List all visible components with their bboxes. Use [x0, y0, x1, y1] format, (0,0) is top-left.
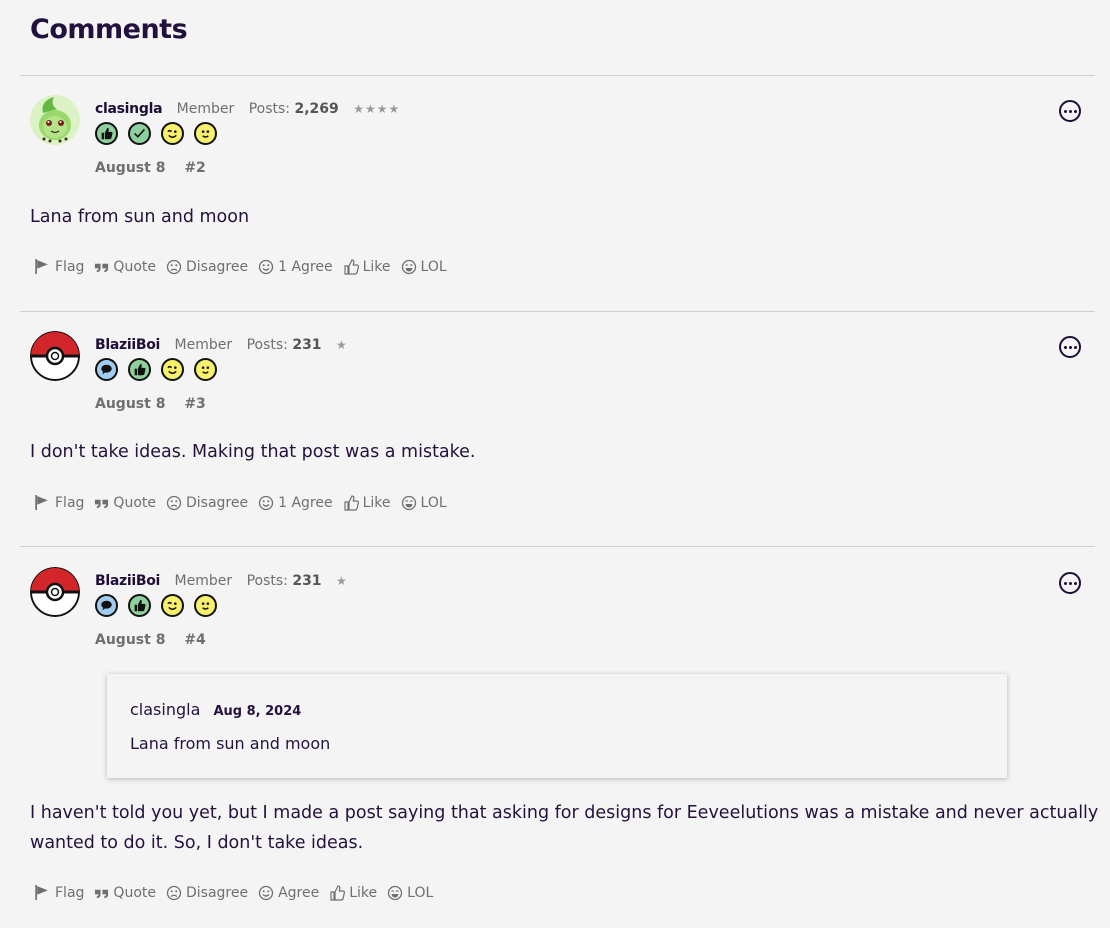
wink-badge-icon[interactable] [161, 594, 184, 617]
post-options-button[interactable] [1059, 336, 1081, 358]
comment-body: I haven't told you yet, but I made a pos… [30, 798, 1098, 858]
posts-label: Posts: [246, 337, 288, 353]
username[interactable]: BlaziiBoi [95, 573, 160, 589]
reaction-bar: Flag Quote Disagree 1 Agree Like LOL [34, 494, 447, 511]
comment-body-line: wanted to do it. So, I don't take ideas. [30, 833, 364, 853]
speech-badge-icon[interactable] [95, 358, 118, 381]
thumbs-up-icon [343, 494, 359, 511]
user-avatar[interactable] [30, 331, 80, 381]
post-date[interactable]: August 8 [95, 160, 165, 176]
posts-label: Posts: [246, 573, 288, 589]
like-button[interactable]: Like [329, 884, 377, 901]
reaction-bar: Flag Quote Disagree Agree Like LOL [34, 884, 433, 901]
comment-body: I don't take ideas. Making that post was… [30, 442, 476, 462]
page-title: Comments [30, 14, 188, 45]
frown-icon [166, 885, 182, 900]
thumbs-up-badge-icon[interactable] [128, 594, 151, 617]
username[interactable]: clasingla [95, 101, 163, 117]
thumbs-up-badge-icon[interactable] [128, 358, 151, 381]
reaction-bar: Flag Quote Disagree 1 Agree Like LOL [34, 258, 447, 275]
disagree-button[interactable]: Disagree [166, 884, 248, 901]
frown-icon [166, 259, 182, 274]
post-number[interactable]: #2 [184, 160, 205, 176]
thumbs-up-badge-icon[interactable] [95, 122, 118, 145]
quote-text: Lana from sun and moon [130, 734, 331, 753]
like-button[interactable]: Like [343, 258, 391, 275]
posts-count: 231 [292, 573, 322, 589]
flag-button[interactable]: Flag [34, 494, 84, 511]
speech-badge-icon[interactable] [95, 594, 118, 617]
lol-button[interactable]: LOL [387, 884, 433, 901]
user-avatar[interactable] [30, 567, 80, 617]
thumbs-up-icon [330, 884, 346, 901]
posts-label: Posts: [248, 101, 291, 117]
quote-button[interactable]: Quote [94, 884, 156, 901]
flag-icon [35, 495, 48, 510]
username[interactable]: BlaziiBoi [95, 337, 160, 353]
comment-body: Lana from sun and moon [30, 207, 250, 227]
quote-button[interactable]: Quote [94, 258, 156, 275]
comment-post: BlaziiBoi Member Posts: 231 ★ August 8 #… [0, 312, 1110, 546]
disagree-button[interactable]: Disagree [166, 494, 248, 511]
smile-badge-icon[interactable] [194, 122, 217, 145]
badge-row [95, 358, 217, 381]
quote-icon [95, 499, 109, 509]
smile-badge-icon[interactable] [194, 358, 217, 381]
quote-icon [95, 263, 109, 273]
laugh-icon [388, 885, 403, 900]
smile-badge-icon[interactable] [194, 594, 217, 617]
post-options-button[interactable] [1059, 100, 1081, 122]
quote-button[interactable]: Quote [94, 494, 156, 511]
posts-count: 2,269 [294, 101, 339, 117]
quote-icon [95, 889, 109, 899]
agree-button[interactable]: 1 Agree [258, 494, 333, 511]
smile-icon [258, 885, 274, 900]
post-number[interactable]: #4 [184, 632, 205, 648]
rank-stars: ★ [336, 338, 348, 352]
user-role: Member [176, 101, 235, 117]
rank-stars: ★ [336, 574, 348, 588]
agree-button[interactable]: 1 Agree [258, 258, 333, 275]
posts-count: 231 [292, 337, 322, 353]
user-role: Member [174, 573, 233, 589]
post-date[interactable]: August 8 [95, 632, 165, 648]
comment-post: BlaziiBoi Member Posts: 231 ★ August 8 #… [0, 548, 1110, 928]
quoted-comment: clasingla Aug 8, 2024 Lana from sun and … [107, 674, 1007, 778]
flag-icon [35, 259, 48, 274]
disagree-button[interactable]: Disagree [166, 258, 248, 275]
check-badge-icon[interactable] [128, 122, 151, 145]
post-number[interactable]: #3 [184, 396, 205, 412]
flag-icon [35, 885, 48, 900]
badge-row [95, 122, 217, 145]
agree-button[interactable]: Agree [258, 884, 319, 901]
lol-button[interactable]: LOL [401, 258, 447, 275]
smile-icon [258, 259, 274, 274]
smile-icon [258, 495, 274, 510]
laugh-icon [401, 495, 416, 510]
wink-badge-icon[interactable] [161, 122, 184, 145]
like-button[interactable]: Like [343, 494, 391, 511]
user-avatar[interactable] [30, 95, 80, 145]
comment-body-line: I haven't told you yet, but I made a pos… [30, 803, 1099, 823]
badge-row [95, 594, 217, 617]
user-role: Member [174, 337, 233, 353]
wink-badge-icon[interactable] [161, 358, 184, 381]
frown-icon [166, 495, 182, 510]
laugh-icon [401, 259, 416, 274]
divider [20, 546, 1095, 547]
comment-post: clasingla Member Posts: 2,269 ★★★★ Augus… [0, 76, 1110, 311]
quote-author[interactable]: clasingla [130, 700, 200, 719]
lol-button[interactable]: LOL [401, 494, 447, 511]
rank-stars: ★★★★ [353, 102, 401, 116]
flag-button[interactable]: Flag [34, 258, 84, 275]
flag-button[interactable]: Flag [34, 884, 84, 901]
quote-date[interactable]: Aug 8, 2024 [213, 704, 301, 719]
post-date[interactable]: August 8 [95, 396, 165, 412]
post-options-button[interactable] [1059, 572, 1081, 594]
thumbs-up-icon [343, 258, 359, 275]
